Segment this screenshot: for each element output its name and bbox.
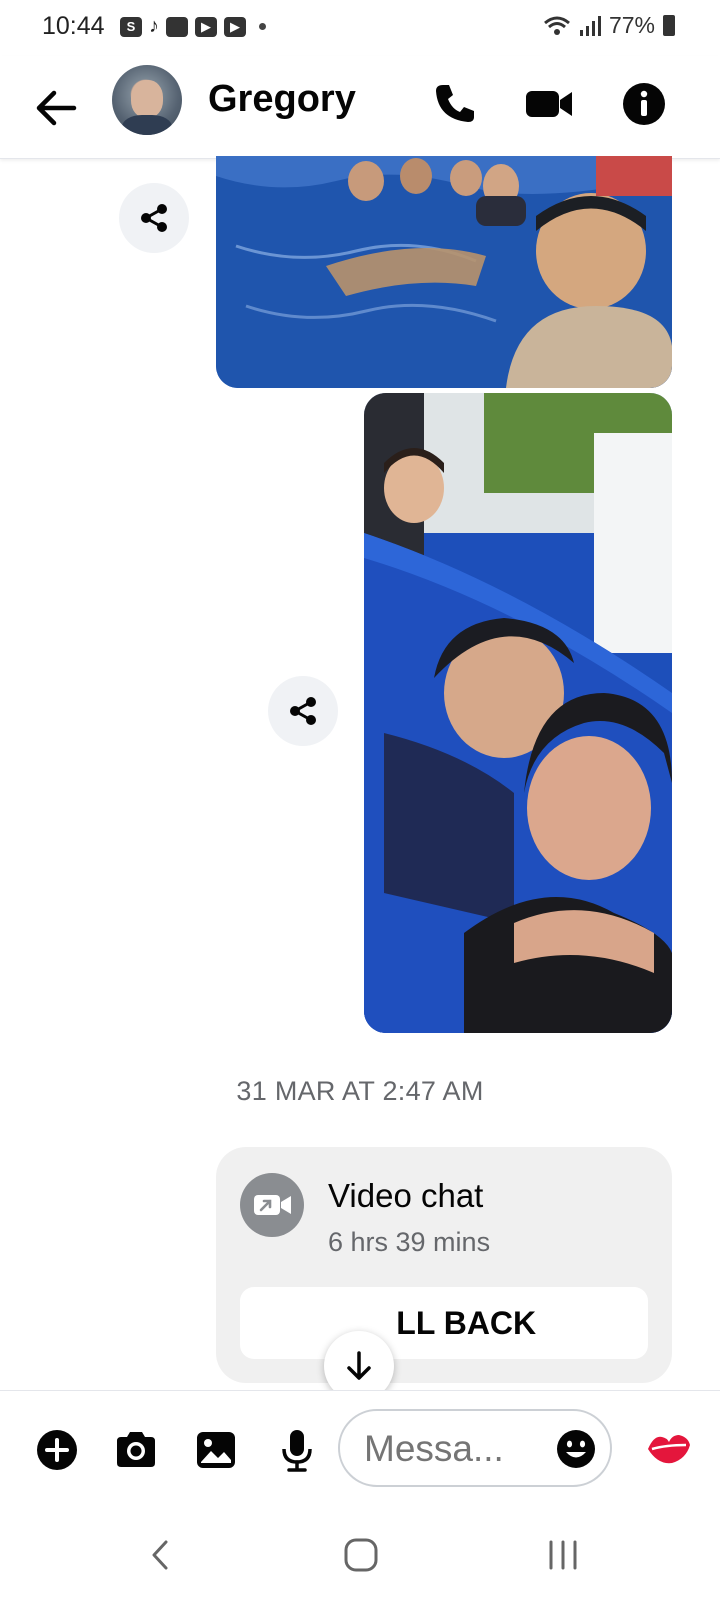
shared-photo-2[interactable] xyxy=(364,393,672,1033)
nav-back-button[interactable] xyxy=(136,1530,186,1580)
gallery-button[interactable] xyxy=(193,1427,239,1473)
call-duration: 6 hrs 39 mins xyxy=(328,1227,491,1257)
signal-icon xyxy=(579,15,601,36)
kiss-lips-icon xyxy=(648,1435,690,1464)
share-icon xyxy=(141,204,167,232)
back-arrow-icon xyxy=(36,90,77,126)
emoji-button[interactable] xyxy=(556,1429,596,1469)
call-title: Video chat xyxy=(328,1177,484,1214)
phone-icon xyxy=(436,85,474,122)
nav-back-icon xyxy=(152,1540,168,1570)
youtube-icon: ▶ xyxy=(195,16,217,37)
battery-icon xyxy=(663,15,675,36)
shopee-icon: S xyxy=(120,16,142,37)
status-right: 77% xyxy=(543,12,675,39)
camera-button[interactable] xyxy=(113,1427,159,1473)
nav-home-button[interactable] xyxy=(336,1530,386,1580)
status-time: 10:44 xyxy=(42,12,105,40)
back-button[interactable] xyxy=(30,82,82,134)
voice-message-button[interactable] xyxy=(274,1427,320,1473)
more-notifications-dot xyxy=(259,23,266,30)
video-call-button[interactable] xyxy=(524,79,574,129)
folder-icon xyxy=(166,16,188,37)
video-call-outgoing-icon xyxy=(254,1195,291,1215)
contact-avatar[interactable] xyxy=(112,65,182,135)
share-photo-1-button[interactable] xyxy=(119,183,189,253)
missed-video-call-icon-circle xyxy=(240,1173,304,1237)
video-camera-icon xyxy=(526,91,572,117)
voice-call-button[interactable] xyxy=(430,79,480,129)
message-timestamp: 31 MAR AT 2:47 AM xyxy=(236,1076,484,1106)
wifi-icon xyxy=(543,16,570,35)
notification-icons: S ♪ ▶ ▶ xyxy=(120,15,266,38)
plus-icon xyxy=(37,1430,77,1470)
system-navigation-bar xyxy=(0,1508,720,1600)
shared-photo-1[interactable] xyxy=(216,156,672,388)
video-chat-call-card: Video chat 6 hrs 39 mins LL BACK xyxy=(216,1147,672,1383)
quick-reaction-button[interactable] xyxy=(646,1429,692,1469)
nav-recents-button[interactable] xyxy=(538,1530,588,1580)
photo-pool-selfie xyxy=(364,393,672,1033)
nav-home-icon xyxy=(344,1538,378,1572)
status-bar: 10:44 S ♪ ▶ ▶ 77% xyxy=(0,0,720,56)
contact-name[interactable]: Gregory xyxy=(208,78,356,121)
more-actions-button[interactable] xyxy=(34,1427,80,1473)
message-input[interactable] xyxy=(362,1421,546,1477)
call-back-button[interactable]: LL BACK xyxy=(240,1287,648,1359)
camera-icon xyxy=(117,1432,155,1467)
message-input-field[interactable] xyxy=(338,1409,612,1487)
youtube-icon-2: ▶ xyxy=(224,16,246,37)
tiktok-icon: ♪ xyxy=(149,15,159,37)
photo-pool-group xyxy=(216,156,672,388)
conversation-info-button[interactable] xyxy=(619,79,669,129)
share-photo-2-button[interactable] xyxy=(268,676,338,746)
share-icon xyxy=(290,697,316,725)
info-icon xyxy=(623,83,665,125)
battery-percent: 77% xyxy=(608,12,655,38)
nav-recents-icon xyxy=(549,1540,577,1570)
conversation-header: Gregory xyxy=(0,56,720,159)
message-composer xyxy=(0,1390,720,1509)
emoji-icon xyxy=(557,1430,595,1468)
microphone-icon xyxy=(282,1430,312,1472)
gallery-icon xyxy=(197,1432,235,1468)
